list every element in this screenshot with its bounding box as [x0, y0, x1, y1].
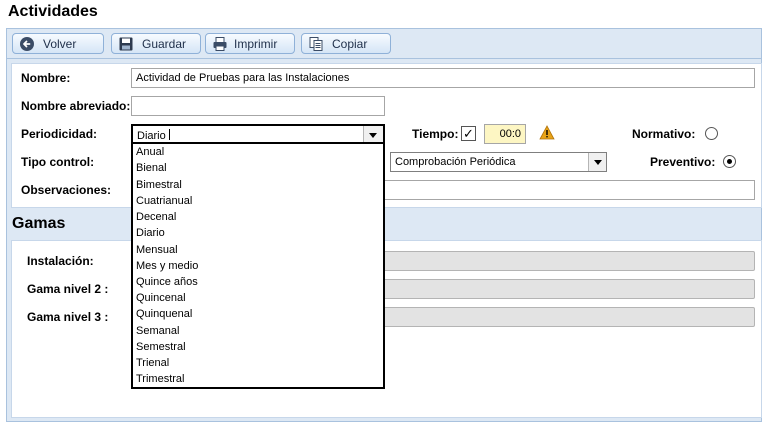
- tipo-control-label: Tipo control:: [21, 155, 95, 169]
- dropdown-option[interactable]: Mensual: [136, 243, 178, 257]
- tiempo-checkbox[interactable]: ✓: [461, 126, 476, 141]
- floppy-disk-icon: [118, 36, 134, 52]
- dropdown-option[interactable]: Semanal: [136, 324, 179, 338]
- tiempo-input[interactable]: 00:0: [484, 124, 526, 144]
- dropdown-option[interactable]: Mes y medio: [136, 259, 198, 273]
- page-title: Actividades: [8, 3, 98, 20]
- preventivo-label: Preventivo:: [650, 155, 716, 169]
- periodicidad-dropdown-list: Anual Bienal Bimestral Cuatrianual Decen…: [131, 144, 385, 389]
- tipo-control-select[interactable]: Comprobación Periódica: [390, 152, 607, 172]
- periodicidad-selected-value: Diario: [137, 130, 166, 142]
- periodicidad-select[interactable]: Diario: [131, 124, 385, 144]
- warning-triangle-icon: [539, 125, 555, 143]
- toolbar: Volver Guardar Imprimir Copiar: [6, 28, 762, 58]
- printer-icon: [212, 36, 228, 52]
- dropdown-option[interactable]: Decenal: [136, 210, 176, 224]
- dropdown-option[interactable]: Quinquenal: [136, 307, 192, 321]
- print-button[interactable]: Imprimir: [205, 33, 295, 54]
- dropdown-option[interactable]: Bienal: [136, 161, 167, 175]
- save-button[interactable]: Guardar: [111, 33, 201, 54]
- dropdown-option[interactable]: Quincenal: [136, 291, 186, 305]
- nombre-label: Nombre:: [21, 71, 71, 85]
- gama-nivel-2-label: Gama nivel 2 :: [27, 282, 109, 296]
- dropdown-option[interactable]: Anual: [136, 145, 164, 159]
- normativo-radio[interactable]: [705, 127, 718, 140]
- chevron-down-icon[interactable]: [363, 126, 383, 142]
- gamas-section-title: Gamas: [12, 215, 66, 232]
- periodicidad-label: Periodicidad:: [21, 127, 98, 141]
- dropdown-option[interactable]: Trimestral: [136, 372, 184, 386]
- back-button-label: Volver: [43, 36, 77, 51]
- gama-nivel-3-label: Gama nivel 3 :: [27, 310, 109, 324]
- dropdown-option[interactable]: Trienal: [136, 356, 169, 370]
- nombre-abreviado-input[interactable]: [131, 96, 385, 116]
- tipo-control-selected-value: Comprobación Periódica: [395, 156, 516, 168]
- copy-icon: [308, 36, 324, 52]
- tiempo-label: Tiempo:: [412, 127, 459, 141]
- text-cursor: [168, 129, 170, 140]
- back-button[interactable]: Volver: [12, 33, 104, 54]
- instalacion-label: Instalación:: [27, 254, 94, 268]
- copy-button[interactable]: Copiar: [301, 33, 391, 54]
- back-arrow-icon: [19, 36, 35, 52]
- dropdown-option[interactable]: Cuatrianual: [136, 194, 192, 208]
- dropdown-option[interactable]: Semestral: [136, 340, 186, 354]
- dropdown-option[interactable]: Bimestral: [136, 178, 182, 192]
- copy-button-label: Copiar: [332, 36, 368, 51]
- save-button-label: Guardar: [142, 36, 187, 51]
- check-icon: ✓: [463, 126, 474, 141]
- observaciones-label: Observaciones:: [21, 183, 112, 197]
- dropdown-option[interactable]: Quince años: [136, 275, 198, 289]
- nombre-input[interactable]: Actividad de Pruebas para las Instalacio…: [131, 68, 755, 88]
- normativo-label: Normativo:: [632, 127, 696, 141]
- chevron-down-icon[interactable]: [588, 153, 606, 171]
- dropdown-option[interactable]: Diario: [136, 226, 165, 240]
- preventivo-radio[interactable]: [723, 155, 736, 168]
- nombre-abreviado-label: Nombre abreviado:: [21, 99, 131, 113]
- print-button-label: Imprimir: [234, 36, 278, 51]
